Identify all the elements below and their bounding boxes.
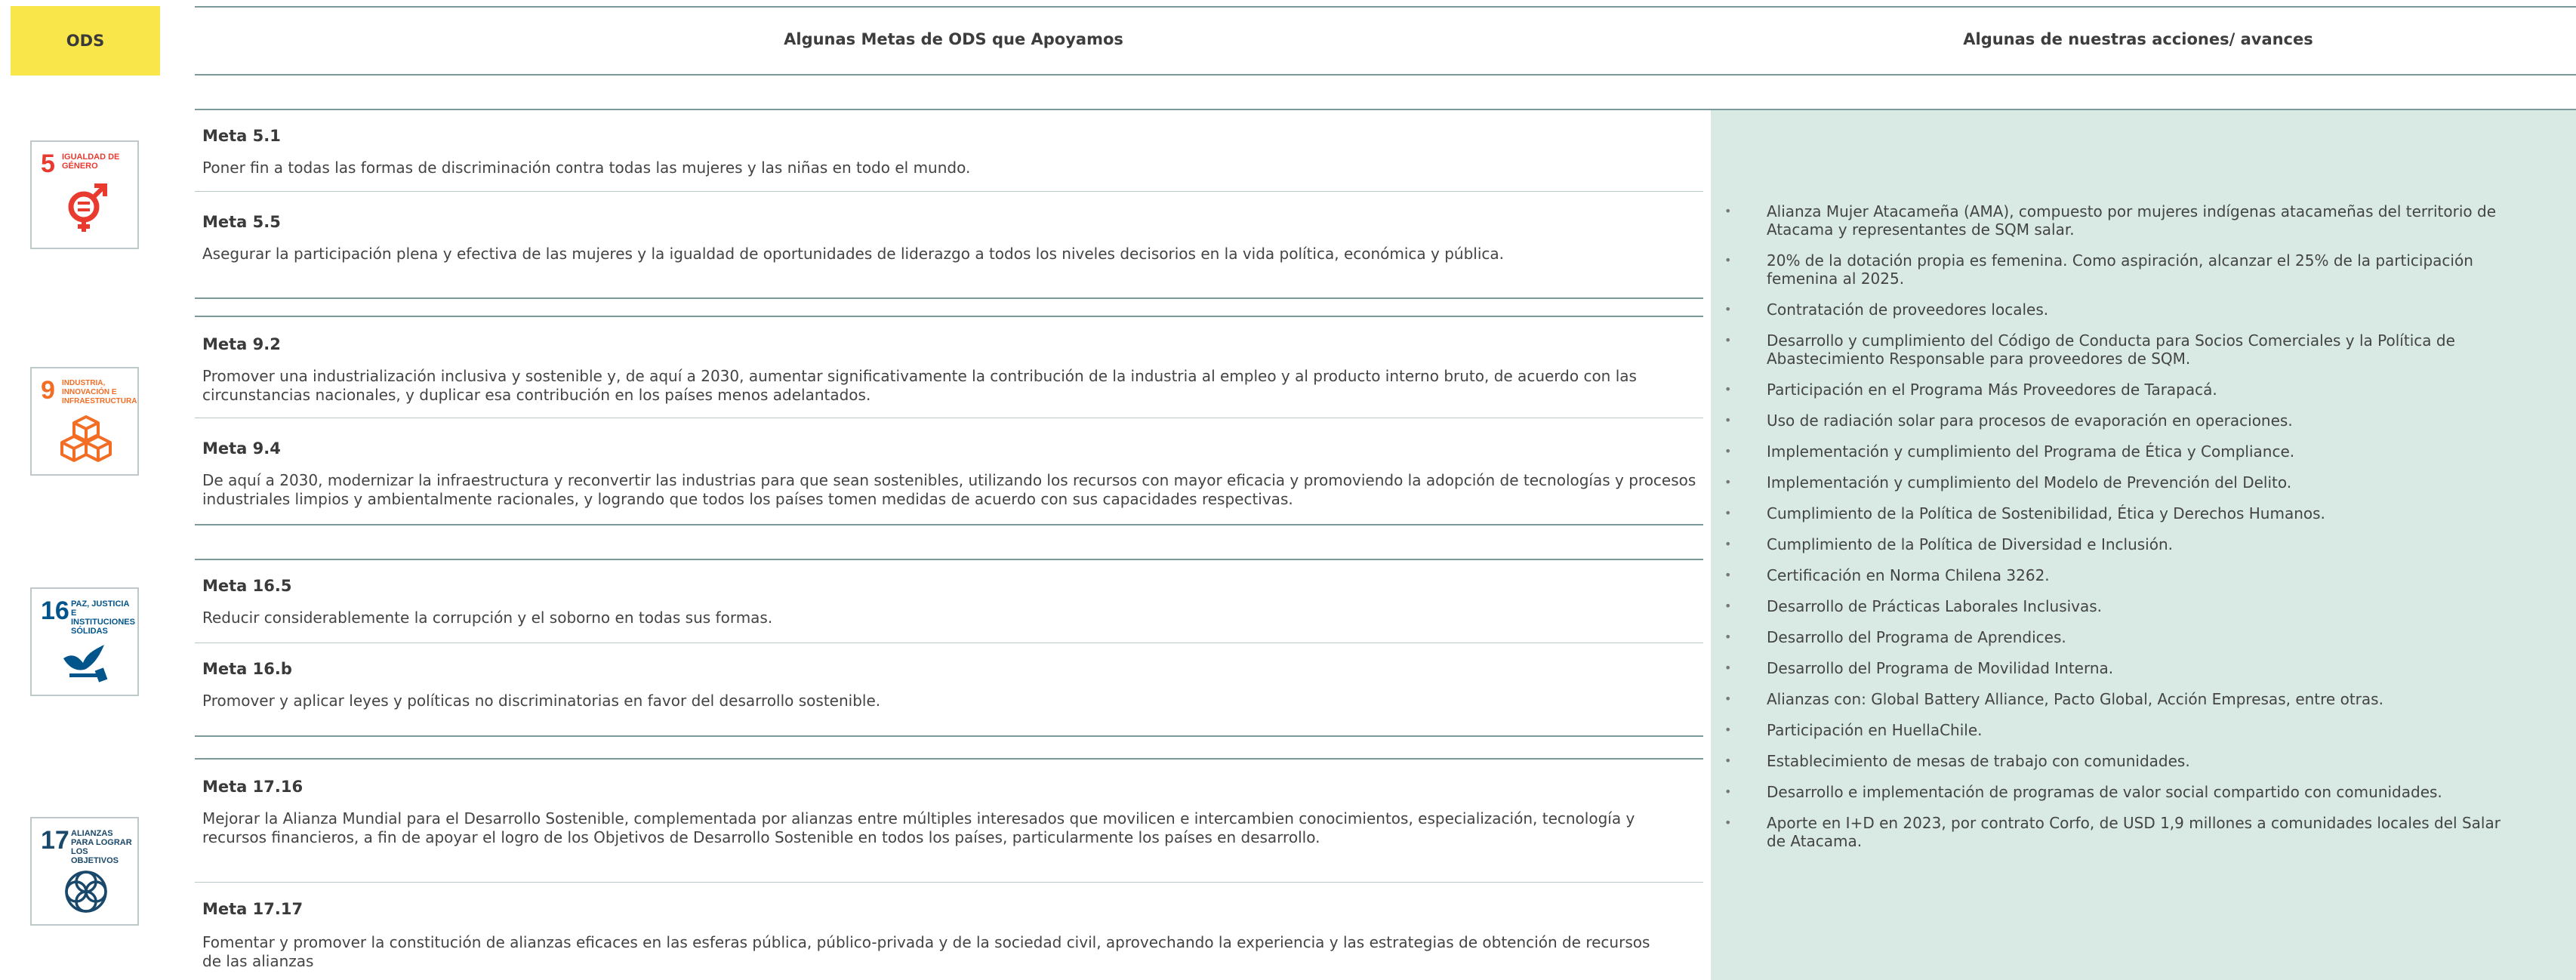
acciones-column-heading: Algunas de nuestras acciones/ avances [1963,30,2313,48]
group-rule [195,524,1703,525]
accion-item: Cumplimiento de la Política de Sostenibi… [1724,504,2522,522]
meta-title: Meta 17.16 [202,778,304,796]
sdg-16-number: 16 [41,596,69,625]
accion-item: Contratación de proveedores locales. [1724,300,2522,319]
accion-item: Uso de radiación solar para procesos de … [1724,411,2522,430]
accion-item: Establecimiento de mesas de trabajo con … [1724,752,2522,770]
meta-title: Meta 16.5 [202,577,292,595]
header-top-rule [195,6,2576,8]
meta-title: Meta 5.1 [202,127,281,145]
meta-title: Meta 9.4 [202,439,281,458]
accion-item: Certificación en Norma Chilena 3262. [1724,566,2522,584]
sdg-17-number: 17 [41,826,69,855]
accion-item: Aporte en I+D en 2023, por contrato Corf… [1724,814,2522,850]
sdg-9-label: INDUSTRIA, INNOVACIÓN E INFRAESTRUCTURA [62,379,137,405]
group-rule [195,559,1703,560]
industry-cubes-icon [60,415,112,462]
meta-text: Promover una industrialización inclusiva… [202,367,1637,404]
dove-gavel-icon [63,645,108,683]
accion-item: Participación en el Programa Más Proveed… [1724,381,2522,399]
sdg-16-label: PAZ, JUSTICIA E INSTITUCIONES SÓLIDAS [71,599,135,636]
accion-item: Implementación y cumplimiento del Modelo… [1724,473,2522,492]
accion-item: Desarrollo e implementación de programas… [1724,783,2522,801]
group-rule [195,109,2576,110]
accion-item: Desarrollo del Programa de Movilidad Int… [1724,659,2522,677]
meta-text: Promover y aplicar leyes y políticas no … [202,692,881,710]
accion-item: Implementación y cumplimiento del Progra… [1724,442,2522,461]
group-rule [195,316,1703,317]
accion-item: Desarrollo de Prácticas Laborales Inclus… [1724,597,2522,615]
meta-text: De aquí a 2030, modernizar la infraestru… [202,471,1696,508]
metas-column-heading: Algunas Metas de ODS que Apoyamos [784,30,1123,48]
accion-item: 20% de la dotación propia es femenina. C… [1724,251,2522,288]
accion-item: Desarrollo y cumplimiento del Código de … [1724,331,2522,368]
ods-header-label: ODS [66,32,105,50]
gender-equality-icon [68,183,107,232]
ods-column-header: ODS [11,6,160,76]
meta-title: Meta 16.b [202,660,292,678]
sdg-16-icon: 16 PAZ, JUSTICIA E INSTITUCIONES SÓLIDAS [30,587,139,696]
meta-title: Meta 17.17 [202,900,304,918]
meta-title: Meta 9.2 [202,335,281,353]
accion-item: Alianzas con: Global Battery Alliance, P… [1724,690,2522,708]
meta-title: Meta 5.5 [202,213,281,231]
sdg-17-label: ALIANZAS PARA LOGRAR LOS OBJETIVOS [71,829,132,865]
accion-item: Alianza Mujer Atacameña (AMA), compuesto… [1724,202,2522,239]
meta-text: Asegurar la participación plena y efecti… [202,245,1505,263]
group-rule [195,758,1703,760]
header-bottom-rule [195,74,2576,76]
accion-item: Desarrollo del Programa de Aprendices. [1724,628,2522,646]
row-divider [195,191,1703,192]
partnership-rings-icon [65,871,107,913]
row-divider [195,882,1703,883]
sdg-17-icon: 17 ALIANZAS PARA LOGRAR LOS OBJETIVOS [30,817,139,926]
sdg-5-icon: 5 IGUALDAD DE GÉNERO [30,140,139,249]
group-rule [195,735,1703,737]
acciones-list: Alianza Mujer Atacameña (AMA), compuesto… [1724,202,2522,863]
accion-item: Participación en HuellaChile. [1724,721,2522,739]
sdg-9-number: 9 [41,376,55,405]
meta-text: Poner fin a todas las formas de discrimi… [202,159,971,177]
sdg-5-number: 5 [41,149,55,178]
accion-item: Cumplimiento de la Política de Diversida… [1724,535,2522,553]
meta-text: Reducir considerablemente la corrupción … [202,609,773,627]
sdg-5-label: IGUALDAD DE GÉNERO [62,153,120,171]
meta-text: Fomentar y promover la constitución de a… [202,933,1650,970]
sdg-9-icon: 9 INDUSTRIA, INNOVACIÓN E INFRAESTRUCTUR… [30,367,139,476]
group-rule [195,297,1703,299]
meta-text: Mejorar la Alianza Mundial para el Desar… [202,809,1635,846]
